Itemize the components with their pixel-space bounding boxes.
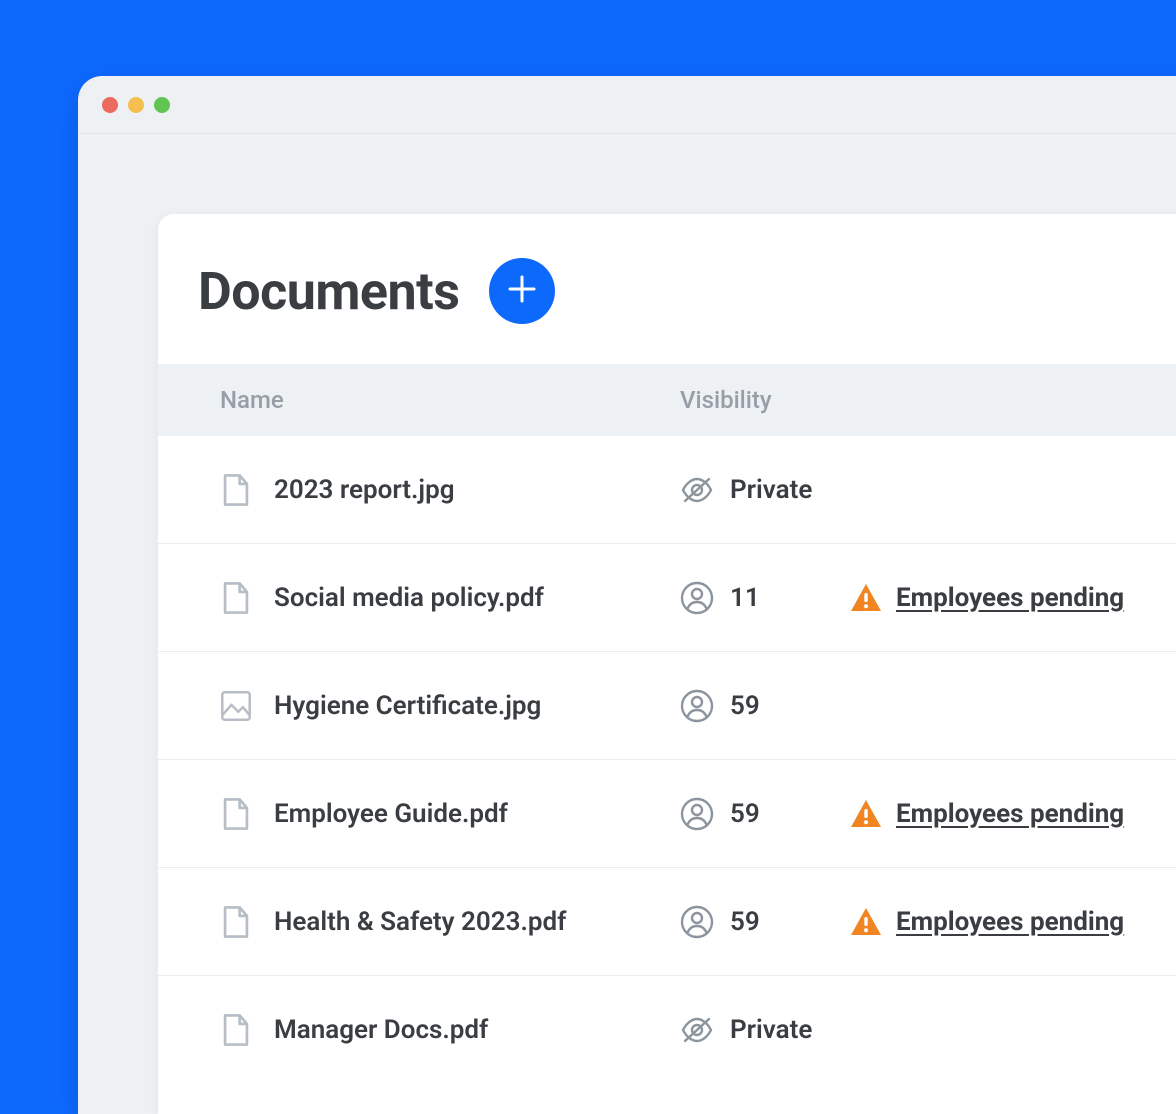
- visibility-label: 59: [730, 799, 760, 829]
- file-name: Hygiene Certificate.jpg: [274, 691, 541, 721]
- cell-status: Employees pending: [850, 798, 1124, 830]
- eye-off-icon: [680, 473, 714, 507]
- content-area: Documents Name Visibility: [78, 134, 1176, 1114]
- warning-icon: [850, 906, 882, 938]
- window-minimize-icon[interactable]: [128, 97, 144, 113]
- visibility-label: 59: [730, 907, 760, 937]
- visibility-label: 59: [730, 691, 760, 721]
- cell-name: Social media policy.pdf: [220, 581, 680, 615]
- person-icon: [680, 905, 714, 939]
- table-row[interactable]: Employee Guide.pdf 59 Employees pending: [158, 760, 1176, 868]
- cell-name: Manager Docs.pdf: [220, 1013, 680, 1047]
- cell-name: Health & Safety 2023.pdf: [220, 905, 680, 939]
- card-header: Documents: [158, 214, 1176, 364]
- employees-pending-link[interactable]: Employees pending: [896, 799, 1124, 829]
- cell-status: Employees pending: [850, 582, 1124, 614]
- cell-status: Employees pending: [850, 906, 1124, 938]
- table-row[interactable]: Health & Safety 2023.pdf 59 Employees pe…: [158, 868, 1176, 976]
- file-name: Health & Safety 2023.pdf: [274, 907, 566, 937]
- file-name: Social media policy.pdf: [274, 583, 544, 613]
- cell-visibility: 59: [680, 689, 850, 723]
- cell-name: 2023 report.jpg: [220, 473, 680, 507]
- document-file-icon: [220, 797, 252, 831]
- titlebar: [78, 76, 1176, 134]
- person-icon: [680, 689, 714, 723]
- plus-icon: [507, 274, 537, 308]
- window-maximize-icon[interactable]: [154, 97, 170, 113]
- employees-pending-link[interactable]: Employees pending: [896, 907, 1124, 937]
- visibility-label: Private: [730, 1015, 812, 1045]
- documents-table: Name Visibility 2023 report.jpg Private …: [158, 364, 1176, 1084]
- warning-icon: [850, 798, 882, 830]
- table-header: Name Visibility: [158, 364, 1176, 436]
- document-file-icon: [220, 905, 252, 939]
- cell-name: Employee Guide.pdf: [220, 797, 680, 831]
- image-file-icon: [220, 689, 252, 723]
- column-visibility: Visibility: [680, 386, 1176, 414]
- visibility-label: 11: [730, 583, 760, 613]
- document-file-icon: [220, 581, 252, 615]
- person-icon: [680, 581, 714, 615]
- cell-visibility: 59: [680, 797, 850, 831]
- table-row[interactable]: Hygiene Certificate.jpg 59: [158, 652, 1176, 760]
- window-close-icon[interactable]: [102, 97, 118, 113]
- table-row[interactable]: Manager Docs.pdf Private: [158, 976, 1176, 1084]
- eye-off-icon: [680, 1013, 714, 1047]
- cell-visibility: 11: [680, 581, 850, 615]
- warning-icon: [850, 582, 882, 614]
- file-name: 2023 report.jpg: [274, 475, 455, 505]
- add-document-button[interactable]: [489, 258, 555, 324]
- cell-visibility: Private: [680, 473, 850, 507]
- app-window: Documents Name Visibility: [78, 76, 1176, 1114]
- page-title: Documents: [198, 261, 459, 322]
- cell-visibility: Private: [680, 1013, 850, 1047]
- table-body: 2023 report.jpg Private Social media pol…: [158, 436, 1176, 1084]
- table-row[interactable]: Social media policy.pdf 11 Employees pen…: [158, 544, 1176, 652]
- document-file-icon: [220, 1013, 252, 1047]
- person-icon: [680, 797, 714, 831]
- document-file-icon: [220, 473, 252, 507]
- documents-card: Documents Name Visibility: [158, 214, 1176, 1114]
- table-row[interactable]: 2023 report.jpg Private: [158, 436, 1176, 544]
- column-name: Name: [220, 386, 680, 414]
- cell-name: Hygiene Certificate.jpg: [220, 689, 680, 723]
- file-name: Manager Docs.pdf: [274, 1015, 488, 1045]
- cell-visibility: 59: [680, 905, 850, 939]
- file-name: Employee Guide.pdf: [274, 799, 508, 829]
- employees-pending-link[interactable]: Employees pending: [896, 583, 1124, 613]
- visibility-label: Private: [730, 475, 812, 505]
